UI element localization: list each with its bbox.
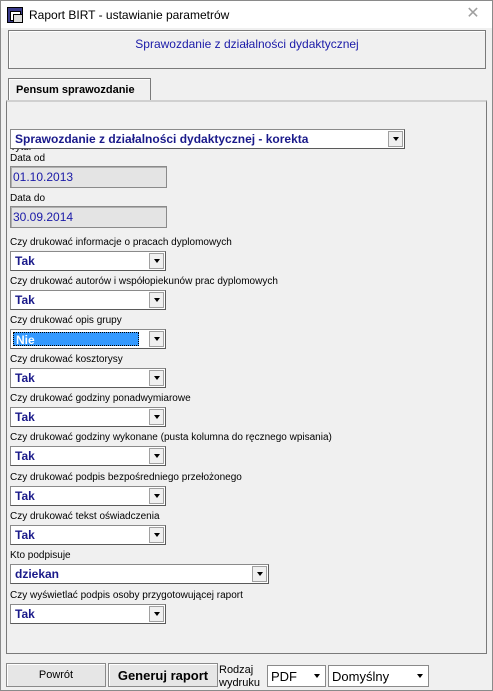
oswiadczenie-select[interactable]: Tak	[10, 525, 166, 545]
window-title: Raport BIRT - ustawianie parametrów	[29, 7, 230, 22]
field-label-data-od: Data od	[10, 153, 46, 164]
chevron-down-icon[interactable]	[149, 292, 164, 308]
format-value: PDF	[271, 669, 297, 684]
close-icon[interactable]: ✕	[466, 5, 480, 23]
field-label-prace-dyplomowe: Czy drukować informacje o pracach dyplom…	[10, 237, 232, 248]
report-name-header: Sprawozdanie z działalności dydaktycznej	[8, 30, 486, 69]
birt-report-icon	[7, 6, 23, 23]
field-label-autorzy: Czy drukować autorów i współopiekunów pr…	[10, 276, 278, 287]
godziny-wykonane-select[interactable]: Tak	[10, 446, 166, 466]
kto-podpisuje-select[interactable]: dziekan	[10, 564, 269, 584]
field-label-godziny-wykonane: Czy drukować godziny wykonane (pusta kol…	[10, 432, 332, 443]
data-od-field: 01.10.2013	[10, 166, 167, 188]
format-select[interactable]: PDF	[267, 665, 326, 687]
field-label-data-do: Data do	[10, 193, 46, 204]
mode-select[interactable]: Domyślny	[328, 665, 429, 687]
opis-grupy-value: Nie	[13, 332, 139, 347]
chevron-down-icon[interactable]	[149, 606, 164, 622]
generate-report-button[interactable]: Generuj raport	[108, 663, 218, 687]
field-label-podpis-przelozonego: Czy drukować podpis bezpośredniego przeł…	[10, 472, 242, 483]
autorzy-select[interactable]: Tak	[10, 290, 166, 310]
title-bar[interactable]: Raport BIRT - ustawianie parametrów ✕	[1, 1, 492, 28]
field-label-oswiadczenie: Czy drukować tekst oświadczenia	[10, 511, 160, 522]
opis-grupy-select[interactable]: Nie	[10, 329, 166, 349]
chevron-down-icon[interactable]	[149, 448, 164, 464]
chevron-down-icon[interactable]	[310, 668, 324, 684]
chevron-down-icon[interactable]	[149, 409, 164, 425]
data-do-field: 30.09.2014	[10, 206, 167, 228]
chevron-down-icon[interactable]	[149, 253, 164, 269]
chevron-down-icon[interactable]	[149, 370, 164, 386]
ponadwymiarowe-value: Tak	[15, 410, 35, 424]
kosztorysy-select[interactable]: Tak	[10, 368, 166, 388]
prace-dyplomowe-select[interactable]: Tak	[10, 251, 166, 271]
chevron-down-icon[interactable]	[149, 488, 164, 504]
field-label-opis-grupy: Czy drukować opis grupy	[10, 315, 122, 326]
chevron-down-icon[interactable]	[413, 668, 427, 684]
tab-pensum-sprawozdanie[interactable]: Pensum sprawozdanie	[8, 78, 151, 101]
podpis-przelozonego-value: Tak	[15, 489, 35, 503]
podpis-przygotowujacej-value: Tak	[15, 607, 35, 621]
autorzy-value: Tak	[15, 293, 35, 307]
field-label-kto-podpisuje: Kto podpisuje	[10, 550, 71, 561]
field-label-kosztorysy: Czy drukować kosztorysy	[10, 354, 123, 365]
ponadwymiarowe-select[interactable]: Tak	[10, 407, 166, 427]
podpis-przelozonego-select[interactable]: Tak	[10, 486, 166, 506]
chevron-down-icon[interactable]	[388, 131, 403, 147]
report-parameters-window: Raport BIRT - ustawianie parametrów ✕ Sp…	[0, 0, 493, 691]
mode-value: Domyślny	[332, 669, 390, 684]
oswiadczenie-value: Tak	[15, 528, 35, 542]
tytul-value: Sprawozdanie z działalności dydaktycznej…	[15, 132, 309, 146]
field-label-podpis-przygotowujacej: Czy wyświetlać podpis osoby przygotowują…	[10, 590, 243, 601]
podpis-przygotowujacej-select[interactable]: Tak	[10, 604, 166, 624]
chevron-down-icon[interactable]	[149, 527, 164, 543]
chevron-down-icon[interactable]	[252, 566, 267, 582]
chevron-down-icon[interactable]	[149, 331, 164, 347]
kto-podpisuje-value: dziekan	[15, 567, 60, 581]
back-button[interactable]: Powrót	[6, 663, 106, 687]
field-label-ponadwymiarowe: Czy drukować godziny ponadwymiarowe	[10, 393, 191, 404]
kosztorysy-value: Tak	[15, 371, 35, 385]
print-type-label: Rodzaj wydruku	[219, 664, 260, 689]
prace-dyplomowe-value: Tak	[15, 254, 35, 268]
tytul-select[interactable]: Sprawozdanie z działalności dydaktycznej…	[10, 129, 405, 149]
godziny-wykonane-value: Tak	[15, 449, 35, 463]
report-name: Sprawozdanie z działalności dydaktycznej	[135, 37, 359, 51]
